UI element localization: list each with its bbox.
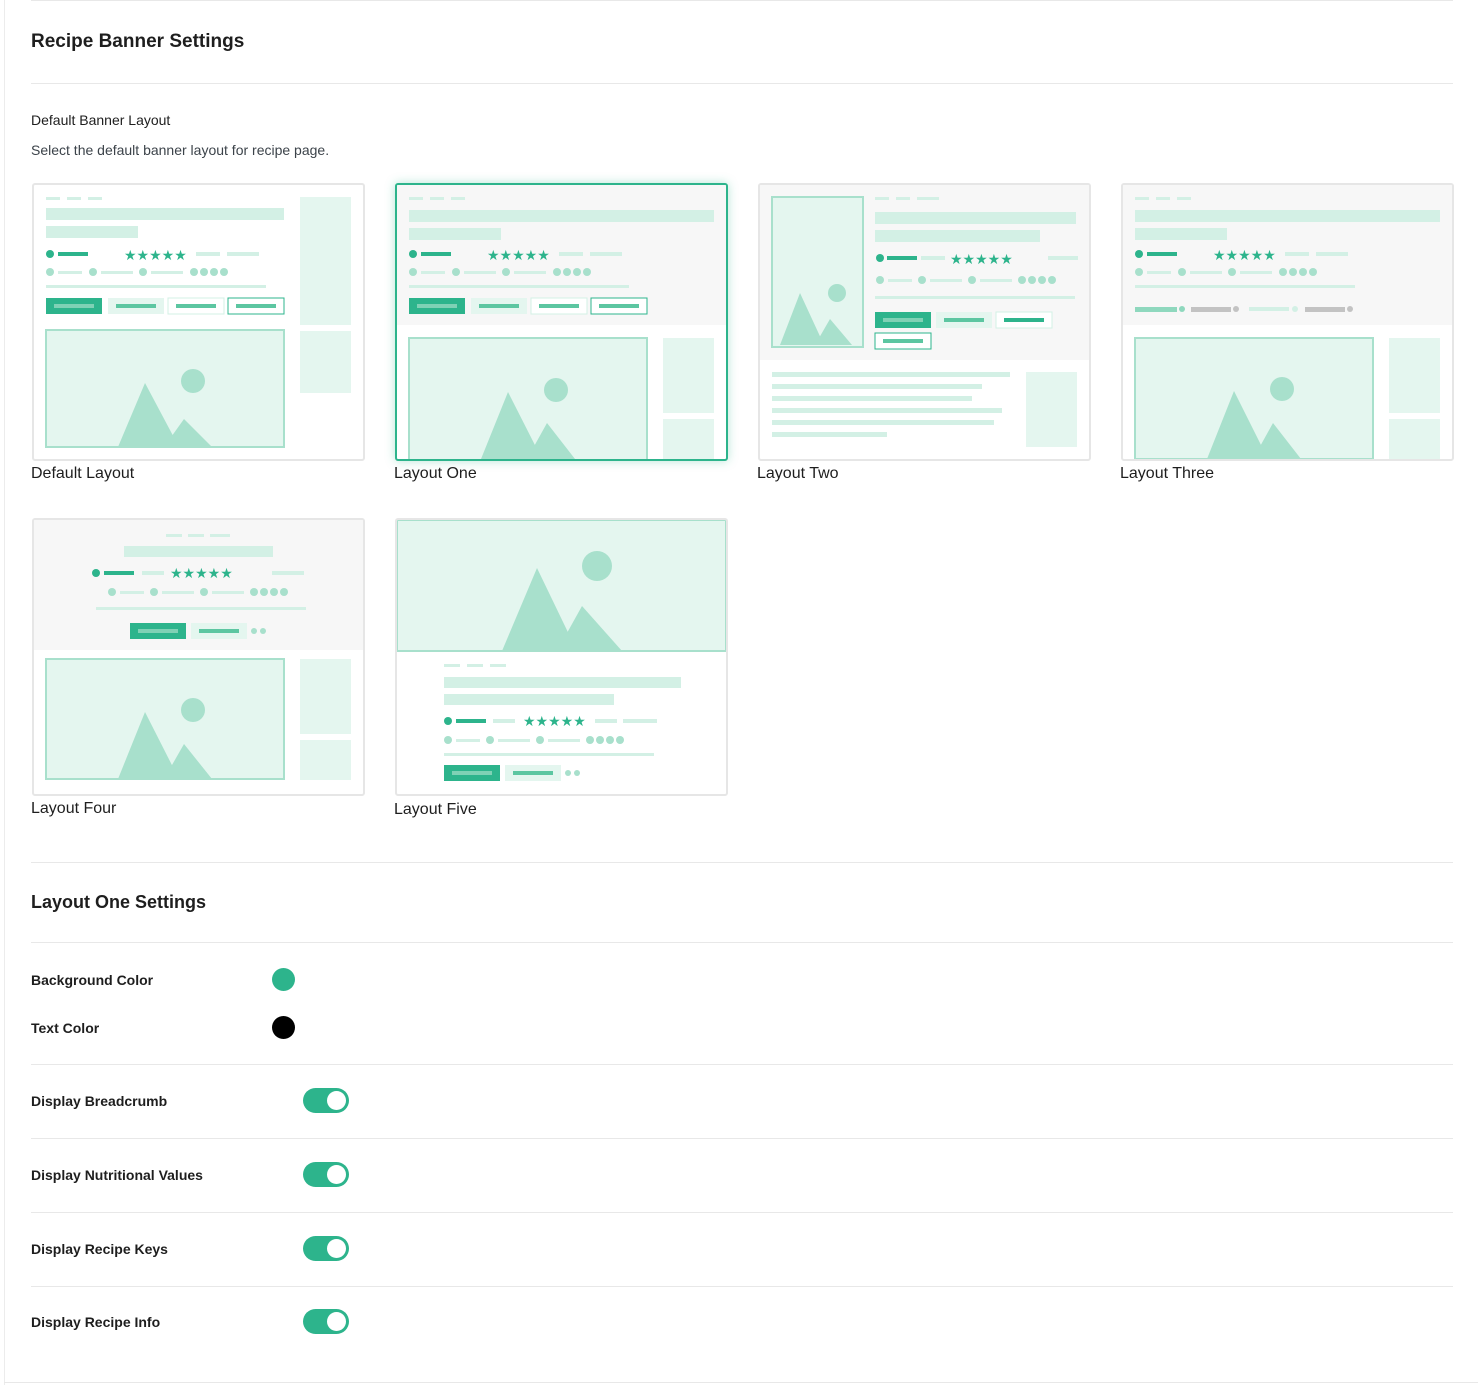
- layout-option-five[interactable]: ★★★★★: [395, 518, 728, 796]
- svg-text:★★★★★: ★★★★★: [487, 248, 550, 264]
- divider: [31, 862, 1453, 863]
- background-color-picker[interactable]: [272, 968, 295, 991]
- layout-two-preview: ★★★★★: [760, 185, 1089, 447]
- layout-caption: Layout One: [394, 465, 477, 482]
- divider: [31, 83, 1453, 84]
- display-recipe-keys-toggle[interactable]: [303, 1236, 349, 1261]
- layout-settings-title: Layout One Settings: [31, 892, 207, 912]
- svg-text:★★★★★: ★★★★★: [170, 566, 233, 582]
- layout-option-one[interactable]: ★★★★★: [395, 183, 728, 461]
- text-color-label: Text Color: [31, 1020, 100, 1036]
- layout-caption: Layout Three: [1120, 465, 1214, 482]
- layout-default-preview: ★★★★★: [45, 197, 351, 448]
- display-breadcrumb-toggle[interactable]: [303, 1088, 349, 1113]
- divider: [31, 1286, 1453, 1287]
- section-title: Recipe Banner Settings: [31, 31, 245, 52]
- layout-option-default[interactable]: ★★★★★: [32, 183, 365, 461]
- svg-text:★★★★★: ★★★★★: [124, 248, 187, 264]
- display-recipe-info-toggle[interactable]: [303, 1309, 349, 1334]
- layout-four-preview: ★★★★★: [34, 520, 363, 780]
- layout-one-preview: ★★★★★: [397, 185, 726, 459]
- layout-three-preview: ★★★★★: [1123, 185, 1452, 459]
- divider: [4, 1382, 1478, 1383]
- layout-caption: Layout Two: [757, 465, 839, 482]
- divider: [31, 1064, 1453, 1065]
- layout-caption: Default Layout: [31, 465, 135, 482]
- toggle-knob: [327, 1312, 346, 1331]
- toggle-label: Display Nutritional Values: [31, 1167, 203, 1183]
- svg-text:★★★★★: ★★★★★: [523, 714, 586, 730]
- layout-five-preview: ★★★★★: [397, 520, 726, 781]
- background-color-label: Background Color: [31, 972, 154, 988]
- toggle-label: Display Breadcrumb: [31, 1093, 168, 1109]
- toggle-knob: [327, 1165, 346, 1184]
- toggle-label: Display Recipe Keys: [31, 1241, 168, 1257]
- svg-text:★★★★★: ★★★★★: [1213, 248, 1276, 264]
- layout-option-two[interactable]: ★★★★★: [758, 183, 1091, 461]
- layout-option-four[interactable]: ★★★★★: [32, 518, 365, 796]
- layout-option-three[interactable]: ★★★★★: [1121, 183, 1454, 461]
- svg-text:★★★★★: ★★★★★: [950, 252, 1013, 268]
- divider: [31, 1138, 1453, 1139]
- layout-caption: Layout Four: [31, 800, 117, 817]
- divider: [31, 1212, 1453, 1213]
- toggle-knob: [327, 1239, 346, 1258]
- field-label: Default Banner Layout: [31, 112, 171, 128]
- toggle-knob: [327, 1091, 346, 1110]
- text-color-picker[interactable]: [272, 1016, 295, 1039]
- field-description: Select the default banner layout for rec…: [31, 142, 330, 158]
- divider: [31, 0, 1453, 1]
- display-nutritional-values-toggle[interactable]: [303, 1162, 349, 1187]
- layout-caption: Layout Five: [394, 801, 477, 818]
- toggle-label: Display Recipe Info: [31, 1314, 161, 1330]
- divider: [31, 942, 1453, 943]
